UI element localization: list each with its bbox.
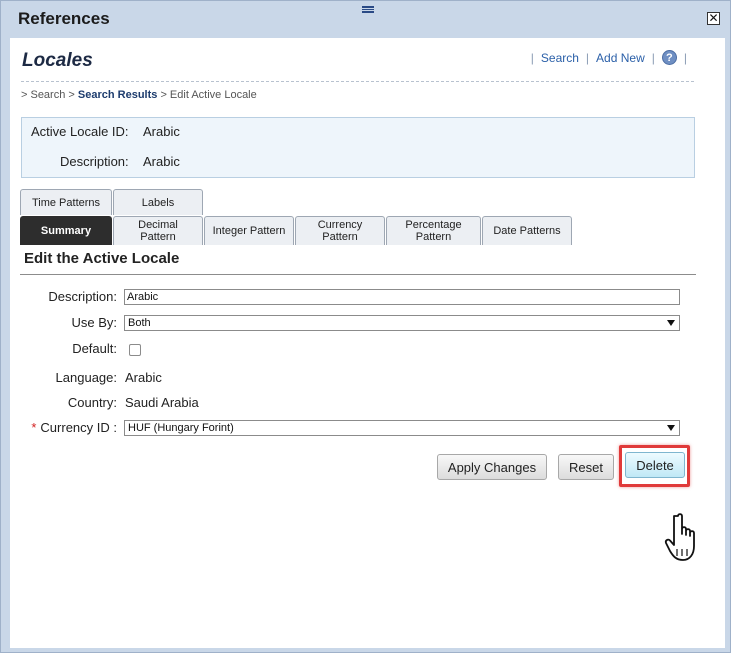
country-label: Country: xyxy=(67,395,117,410)
currency-selected-value: HUF (Hungary Forint) xyxy=(128,422,234,434)
currency-id-label-text: Currency ID : xyxy=(40,420,117,435)
currency-id-label: * Currency ID : xyxy=(10,420,117,435)
dialog-title: References xyxy=(18,9,110,28)
description-field[interactable] xyxy=(124,289,680,305)
apply-changes-button[interactable]: Apply Changes xyxy=(437,454,547,480)
header-divider xyxy=(21,81,694,82)
add-new-link[interactable]: Add New xyxy=(596,51,645,65)
search-link[interactable]: Search xyxy=(541,51,579,65)
delete-button[interactable]: Delete xyxy=(625,452,685,478)
tab-decimal-pattern[interactable]: Decimal Pattern xyxy=(113,216,203,245)
breadcrumb-current: > Edit Active Locale xyxy=(160,89,257,101)
locale-id-value: Arabic xyxy=(143,124,180,139)
help-icon[interactable]: ? xyxy=(661,50,677,65)
locale-id-label: Active Locale ID: xyxy=(31,124,129,139)
dropdown-arrow-icon xyxy=(667,320,675,326)
use-by-select[interactable]: Both xyxy=(124,315,680,331)
tab-percentage-pattern[interactable]: Percentage Pattern xyxy=(386,216,481,245)
use-by-label: Use By: xyxy=(71,315,117,330)
close-button[interactable]: ✕ xyxy=(707,12,720,25)
default-label: Default: xyxy=(72,341,117,356)
link-separator: | xyxy=(585,50,590,65)
drag-handle-icon[interactable] xyxy=(362,6,374,13)
description-label: Description: xyxy=(48,289,117,304)
page-title: Locales xyxy=(22,50,93,71)
tab-labels[interactable]: Labels xyxy=(113,189,203,215)
tab-date-patterns[interactable]: Date Patterns xyxy=(482,216,572,245)
dialog-content: Locales | Search | Add New | ? | > Searc… xyxy=(10,38,725,648)
locale-description-value: Arabic xyxy=(143,154,180,169)
link-separator: | xyxy=(651,50,655,65)
default-checkbox[interactable] xyxy=(129,344,141,356)
references-dialog: References ✕ Locales | Search | Add New … xyxy=(0,0,731,653)
reset-button[interactable]: Reset xyxy=(558,454,614,480)
section-title: Edit the Active Locale xyxy=(24,250,180,267)
tab-time-patterns[interactable]: Time Patterns xyxy=(20,189,112,215)
tab-integer-pattern[interactable]: Integer Pattern xyxy=(204,216,294,245)
language-value: Arabic xyxy=(125,370,162,385)
tab-currency-pattern[interactable]: Currency Pattern xyxy=(295,216,385,245)
locale-description-label: Description: xyxy=(60,154,129,169)
hand-cursor-icon xyxy=(664,513,695,561)
language-label: Language: xyxy=(55,370,117,385)
tab-summary[interactable]: Summary xyxy=(20,216,112,245)
required-marker: * xyxy=(31,420,37,435)
dialog-titlebar[interactable]: References ✕ xyxy=(1,1,730,37)
header-links: | Search | Add New | ? | xyxy=(524,50,694,65)
link-separator: | xyxy=(683,50,687,65)
use-by-selected-value: Both xyxy=(128,317,151,329)
currency-id-select[interactable]: HUF (Hungary Forint) xyxy=(124,420,680,436)
breadcrumb-search-results[interactable]: Search Results xyxy=(78,89,157,101)
locale-info-box: Active Locale ID: Arabic Description: Ar… xyxy=(21,117,695,178)
dropdown-arrow-icon xyxy=(667,425,675,431)
section-divider xyxy=(20,274,696,275)
breadcrumb-search[interactable]: > Search > xyxy=(21,89,75,101)
link-separator: | xyxy=(530,50,534,65)
breadcrumb: > Search > Search Results > Edit Active … xyxy=(21,89,257,101)
country-value: Saudi Arabia xyxy=(125,395,199,410)
